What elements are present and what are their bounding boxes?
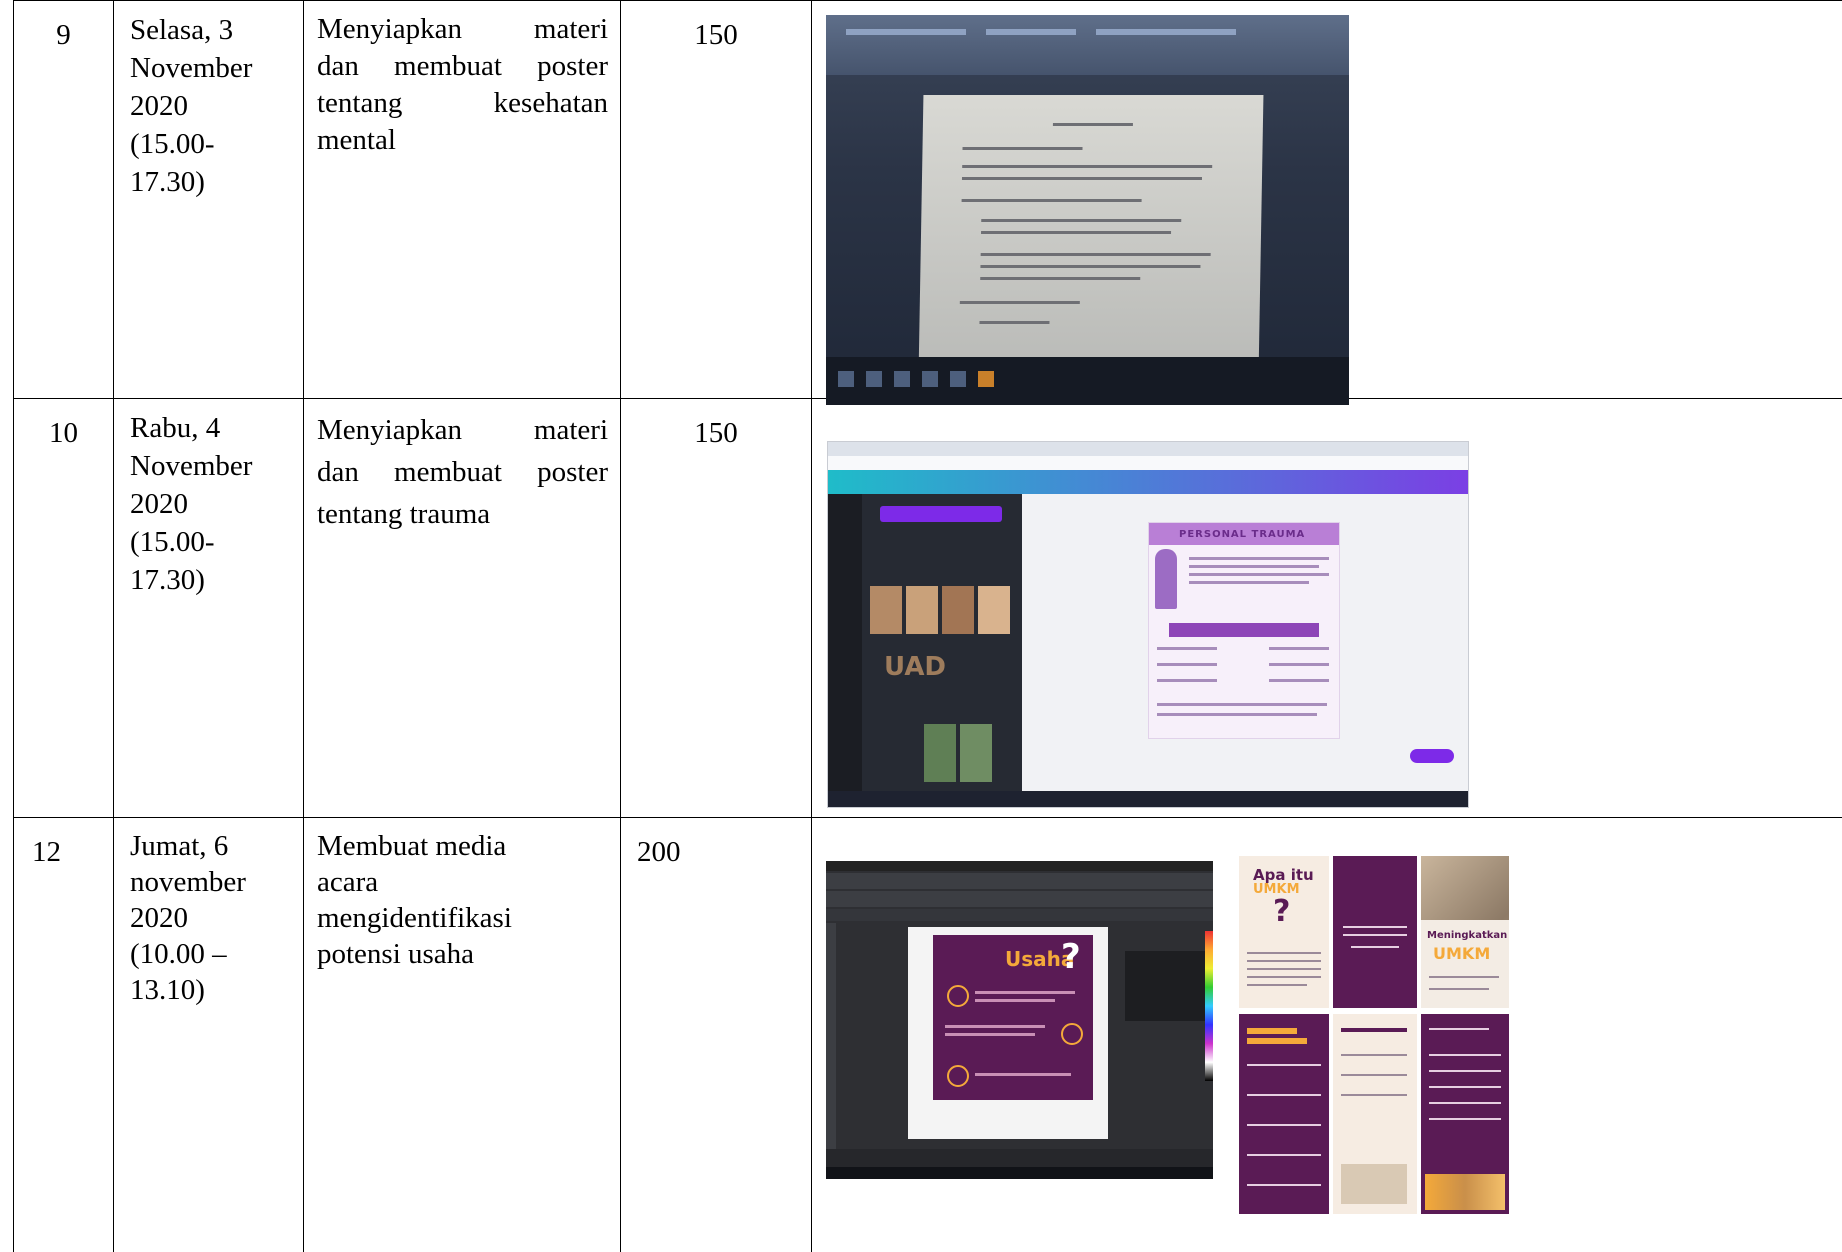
date-line: (15.00-: [130, 125, 303, 163]
document-page: [919, 95, 1264, 375]
activity-line: tentang kesehatan: [317, 85, 608, 122]
browser-tabs: [828, 442, 1468, 456]
activity-log-table: 9 Selasa, 3 November 2020 (15.00- 17.30)…: [13, 0, 1842, 1252]
brochure-panel: Apa itu UMKM ?: [1239, 856, 1329, 1008]
date-line: 13.10): [130, 972, 303, 1008]
activity-line: Menyiapkan materi: [317, 11, 608, 48]
monitor-document-photo: [826, 15, 1349, 405]
canva-toolbar: [828, 470, 1468, 494]
date-line: november: [130, 864, 303, 900]
duration-cell: 200: [621, 818, 812, 1252]
date-line: 2020: [130, 87, 303, 125]
canva-sidebar: [828, 494, 862, 791]
activity-line: Menyiapkan materi: [317, 409, 608, 451]
brochure-panel: [1421, 1014, 1509, 1214]
row-number: 12: [14, 818, 114, 1252]
canva-screenshot: UAD PERSONAL TRAUMA: [827, 441, 1469, 808]
activity-line: tentang trauma: [317, 493, 608, 535]
date-line: 2020: [130, 900, 303, 936]
date-line: 17.30): [130, 163, 303, 201]
activity-line: dan membuat poster: [317, 451, 608, 493]
date-cell: Selasa, 3 November 2020 (15.00- 17.30): [114, 1, 304, 399]
canva-brand-text: UAD: [884, 652, 946, 682]
browser-address-bar: [828, 456, 1468, 470]
date-line: (15.00-: [130, 523, 303, 561]
brochure-right-heading: Meningkatkan: [1427, 930, 1507, 941]
coreldraw-screenshot: Usaha ?: [826, 861, 1213, 1179]
date-cell: Rabu, 4 November 2020 (15.00- 17.30): [114, 399, 304, 818]
table-row: 12 Jumat, 6 november 2020 (10.00 – 13.10…: [14, 818, 1842, 1252]
table-row: 10 Rabu, 4 November 2020 (15.00- 17.30) …: [14, 399, 1842, 818]
date-line: (10.00 –: [130, 936, 303, 972]
date-line: Rabu, 4: [130, 409, 303, 447]
date-line: November: [130, 49, 303, 87]
design-canvas: Usaha ?: [908, 927, 1108, 1139]
taskbar: [826, 1167, 1213, 1179]
umkm-brochure: Apa itu UMKM ? Meningkatkan: [1239, 856, 1509, 1214]
date-line: 17.30): [130, 561, 303, 599]
publish-button-pill: [1410, 749, 1454, 763]
activity-line: acara: [317, 864, 608, 900]
date-line: November: [130, 447, 303, 485]
activity-line: Membuat media: [317, 828, 608, 864]
brochure-question-mark: ?: [1273, 894, 1290, 929]
row-number: 9: [14, 1, 114, 399]
duration-cell: 150: [621, 399, 812, 818]
activity-cell: Menyiapkan materi dan membuat poster ten…: [304, 1, 621, 399]
activity-line: mengidentifikasi: [317, 900, 608, 936]
activity-line: dan membuat poster: [317, 48, 608, 85]
date-line: Selasa, 3: [130, 11, 303, 49]
docker-panel: [1125, 951, 1205, 1021]
activity-cell: Membuat media acara mengidentifikasi pot…: [304, 818, 621, 1252]
activity-line: potensi usaha: [317, 936, 608, 972]
artwork-question-mark: ?: [1061, 937, 1081, 977]
brochure-panel: [1333, 1014, 1417, 1214]
taskbar: [828, 791, 1468, 807]
brochure-right-accent: UMKM: [1433, 944, 1490, 963]
poster-title: PERSONAL TRAUMA: [1179, 529, 1305, 540]
date-cell: Jumat, 6 november 2020 (10.00 – 13.10): [114, 818, 304, 1252]
brochure-panel: [1333, 856, 1417, 1008]
evidence-cell: [812, 1, 1842, 399]
word-ribbon: [826, 15, 1349, 75]
date-line: Jumat, 6: [130, 828, 303, 864]
evidence-cell: UAD PERSONAL TRAUMA: [812, 399, 1842, 818]
evidence-cell: Usaha ?: [812, 818, 1842, 1252]
activity-line: mental: [317, 122, 608, 159]
table-row: 9 Selasa, 3 November 2020 (15.00- 17.30)…: [14, 1, 1842, 399]
activity-cell: Menyiapkan materi dan membuat poster ten…: [304, 399, 621, 818]
row-number: 10: [14, 399, 114, 818]
brochure-panel: ​: [1239, 1014, 1329, 1214]
usaha-artwork: Usaha ?: [933, 935, 1093, 1100]
color-palette: [1205, 931, 1213, 1081]
date-line: 2020: [130, 485, 303, 523]
canva-elements-panel: UAD: [862, 494, 1022, 791]
duration-cell: 150: [621, 1, 812, 399]
brochure-panel: Meningkatkan UMKM: [1421, 856, 1509, 1008]
trauma-poster: PERSONAL TRAUMA: [1148, 522, 1340, 739]
